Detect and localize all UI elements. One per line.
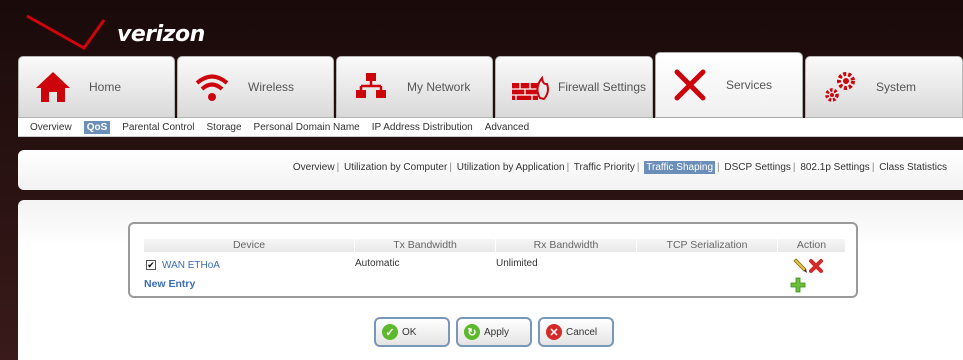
tab-my-network[interactable]: My Network — [336, 56, 493, 118]
col-action: Action — [778, 239, 846, 252]
col-tcp-serialization: TCP Serialization — [637, 239, 778, 252]
tab-wireless-label: Wireless — [248, 80, 295, 94]
apply-arrow-icon: ↻ — [464, 324, 480, 340]
tab-wireless[interactable]: Wireless — [177, 56, 334, 118]
services-subnav: Overview QoS Parental Control Storage Pe… — [18, 118, 963, 137]
subnav-personal-domain-name[interactable]: Personal Domain Name — [254, 122, 360, 133]
link-class-statistics[interactable]: Class Statistics — [879, 162, 947, 173]
subnav-qos[interactable]: QoS — [83, 120, 111, 134]
tab-services-label: Services — [726, 78, 773, 92]
cancel-x-icon: ✕ — [546, 324, 562, 340]
ok-label: OK — [402, 326, 417, 338]
main-tabs: Home Wireless My Network Firewall Settin… — [18, 52, 963, 118]
wireless-icon — [190, 65, 234, 109]
home-icon — [31, 65, 75, 109]
tab-firewall-settings[interactable]: Firewall Settings — [495, 56, 653, 118]
subnav-overview[interactable]: Overview — [30, 122, 72, 133]
col-rx-bandwidth: Rx Bandwidth — [496, 239, 637, 252]
tab-my-network-label: My Network — [407, 80, 471, 94]
table-header: Device Tx Bandwidth Rx Bandwidth TCP Ser… — [144, 239, 846, 252]
apply-button[interactable]: ↻ Apply — [456, 317, 532, 347]
tab-system-label: System — [876, 80, 917, 94]
link-overview[interactable]: Overview — [293, 162, 335, 173]
new-entry-link[interactable]: New Entry — [144, 278, 195, 290]
device-link[interactable]: WAN ETHoA — [162, 260, 220, 271]
tab-services[interactable]: Services — [655, 52, 803, 118]
subnav-advanced[interactable]: Advanced — [485, 122, 529, 133]
delete-icon[interactable] — [808, 258, 824, 274]
content-panel: Device Tx Bandwidth Rx Bandwidth TCP Ser… — [18, 200, 963, 360]
gears-icon — [818, 65, 862, 109]
check-icon: ✓ — [382, 324, 398, 340]
subnav-ip-address-distribution[interactable]: IP Address Distribution — [372, 122, 473, 133]
qos-links-panel: Overview | Utilization by Computer | Utili… — [18, 150, 963, 190]
cancel-label: Cancel — [566, 326, 598, 338]
traffic-shaping-table: Device Tx Bandwidth Rx Bandwidth TCP Ser… — [128, 222, 858, 298]
qos-links: Overview | Utilization by Computer | Utili… — [292, 161, 947, 174]
tab-firewall-label: Firewall Settings — [558, 80, 647, 94]
tab-system[interactable]: System — [805, 56, 963, 118]
link-utilization-by-computer[interactable]: Utilization by Computer — [344, 162, 447, 173]
form-buttons: ✓ OK ↻ Apply ✕ Cancel — [374, 317, 614, 347]
tx-bandwidth-value: Automatic — [355, 258, 400, 269]
col-tx-bandwidth: Tx Bandwidth — [355, 239, 496, 252]
tab-home-label: Home — [89, 80, 122, 94]
logo-text: verizon — [117, 22, 205, 47]
link-traffic-priority[interactable]: Traffic Priority — [574, 162, 635, 173]
link-8021p-settings[interactable]: 802.1p Settings — [800, 162, 870, 173]
verizon-logo: verizon — [22, 8, 222, 54]
add-icon[interactable] — [790, 277, 806, 293]
link-utilization-by-application[interactable]: Utilization by Application — [457, 162, 565, 173]
apply-label: Apply — [484, 326, 510, 338]
network-icon — [349, 65, 393, 109]
col-device: Device — [144, 239, 355, 252]
cancel-button[interactable]: ✕ Cancel — [538, 317, 614, 347]
link-traffic-shaping[interactable]: Traffic Shaping — [644, 161, 716, 174]
ok-button[interactable]: ✓ OK — [374, 317, 450, 347]
enable-checkbox[interactable]: ✔ — [146, 260, 156, 270]
rx-bandwidth-value: Unlimited — [496, 258, 538, 269]
subnav-storage[interactable]: Storage — [207, 122, 242, 133]
table-row: ✔ WAN ETHoA Automatic Unlimited — [144, 258, 846, 274]
link-dscp-settings[interactable]: DSCP Settings — [724, 162, 791, 173]
firewall-icon — [508, 65, 552, 109]
tab-home[interactable]: Home — [18, 56, 175, 118]
tools-icon — [668, 63, 712, 107]
subnav-parental-control[interactable]: Parental Control — [122, 122, 194, 133]
edit-pencil-icon[interactable] — [792, 258, 808, 274]
